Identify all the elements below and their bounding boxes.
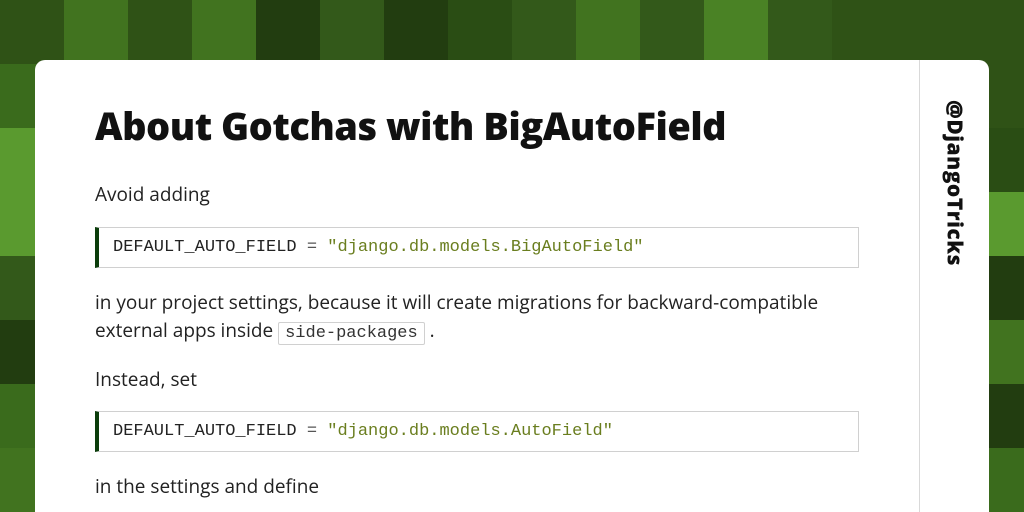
p2a-text: in your project settings, because it wil… (95, 289, 818, 344)
paragraph-define: in the settings and define (95, 472, 859, 501)
paragraph-instead: Instead, set (95, 365, 859, 394)
code-block-1: DEFAULT_AUTO_FIELD = "django.db.models.B… (95, 227, 859, 268)
inline-code-side-packages: side-packages (278, 322, 425, 345)
code-rhs: "django.db.models.BigAutoField" (327, 238, 643, 257)
article-card: About Gotchas with BigAutoField Avoid ad… (35, 60, 989, 512)
twitter-handle: @DjangoTricks (941, 100, 969, 266)
article-content: About Gotchas with BigAutoField Avoid ad… (35, 60, 919, 512)
paragraph-explain: in your project settings, because it wil… (95, 288, 859, 347)
paragraph-intro: Avoid adding (95, 180, 859, 209)
code2-rhs: "django.db.models.AutoField" (327, 422, 613, 441)
code2-eq: = (297, 422, 328, 441)
article-title: About Gotchas with BigAutoField (95, 100, 859, 152)
code-lhs: DEFAULT_AUTO_FIELD (113, 238, 297, 257)
p2b-text: . (425, 317, 435, 343)
code-block-2: DEFAULT_AUTO_FIELD = "django.db.models.A… (95, 411, 859, 452)
code-eq: = (297, 238, 328, 257)
sidebar: @DjangoTricks (919, 60, 989, 512)
code2-lhs: DEFAULT_AUTO_FIELD (113, 422, 297, 441)
